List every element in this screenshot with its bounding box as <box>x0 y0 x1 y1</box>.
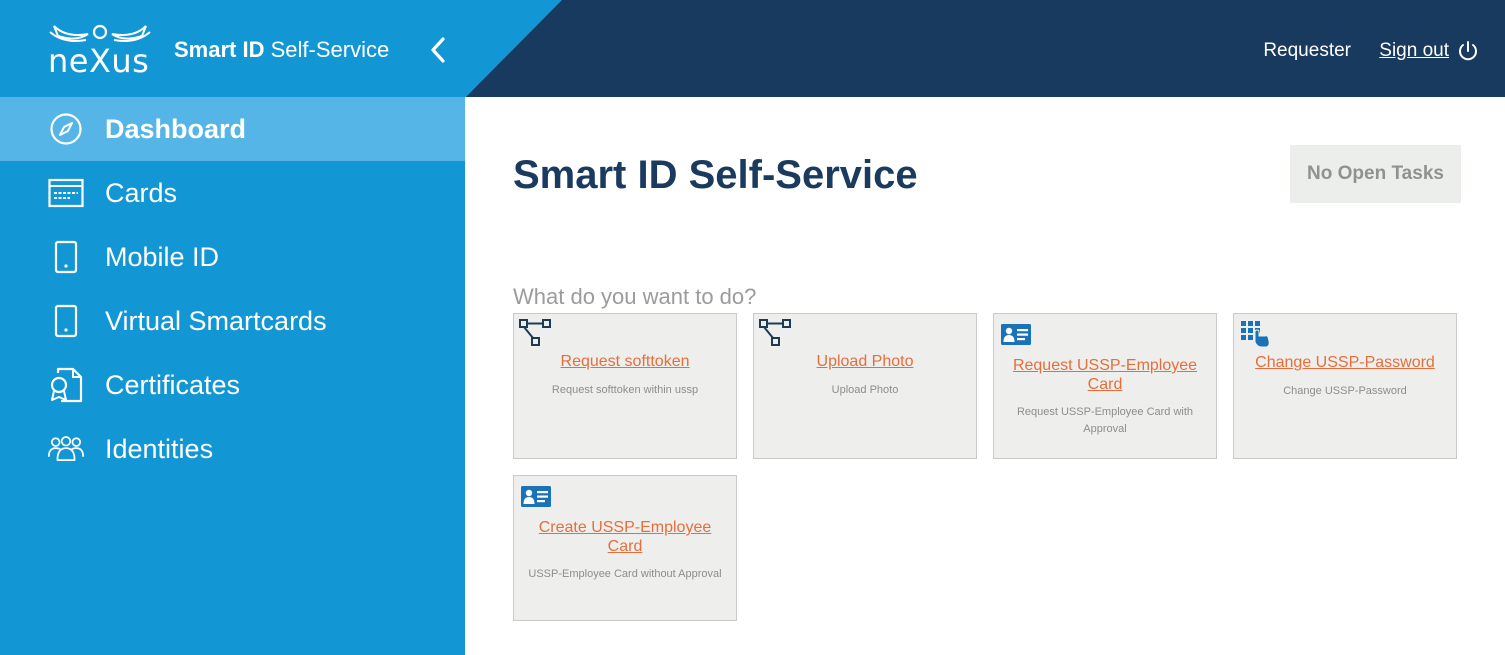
tile-description: USSP-Employee Card without Approval <box>528 568 722 580</box>
tile-title-link[interactable]: Upload Photo <box>764 352 966 371</box>
keypad-icon <box>1241 321 1270 348</box>
app-title-bold: Smart ID <box>174 37 265 62</box>
workflow-icon <box>519 319 551 346</box>
tile-title-link[interactable]: Request USSP-Employee Card <box>1004 356 1206 394</box>
sidebar-item-virtual-smartcards[interactable]: Virtual Smartcards <box>0 289 465 353</box>
id-card-icon <box>1001 324 1031 345</box>
logo-wordmark: neXus <box>48 42 150 80</box>
sidebar-item-label: Cards <box>105 177 178 208</box>
sidebar-item-cards[interactable]: Cards <box>0 161 465 225</box>
tile-description: Change USSP-Password <box>1283 385 1407 397</box>
sidebar-item-certificates[interactable]: Certificates <box>0 353 465 417</box>
sidebar-item-label: Virtual Smartcards <box>105 305 327 336</box>
sidebar-item-label: Certificates <box>105 369 241 400</box>
tile-request-softtoken[interactable]: Request softtoken Request softtoken with… <box>513 313 737 459</box>
tile-create-employee-card[interactable]: Create USSP-Employee Card USSP-Employee … <box>513 475 737 621</box>
tile-upload-photo[interactable]: Upload Photo Upload Photo <box>753 313 977 459</box>
sidebar-item-label: Identities <box>105 433 214 464</box>
sidebar-item-dashboard[interactable]: Dashboard <box>0 97 465 161</box>
people-icon <box>48 431 84 467</box>
open-tasks-button[interactable]: No Open Tasks <box>1290 145 1461 203</box>
power-icon[interactable] <box>1457 40 1479 62</box>
compass-icon <box>48 111 84 147</box>
tile-title-link[interactable]: Change USSP-Password <box>1244 353 1446 372</box>
id-card-icon <box>521 486 551 507</box>
mobile-icon <box>48 303 84 339</box>
app-title: Smart ID Self-Service <box>174 37 389 63</box>
mobile-icon <box>48 239 84 275</box>
tile-title-link[interactable]: Create USSP-Employee Card <box>524 518 726 556</box>
tile-change-password[interactable]: Change USSP-Password Change USSP-Passwor… <box>1233 313 1457 459</box>
card-icon <box>48 175 84 211</box>
sidebar-item-mobile-id[interactable]: Mobile ID <box>0 225 465 289</box>
chevron-left-icon[interactable] <box>427 36 449 64</box>
section-heading: What do you want to do? <box>513 284 757 309</box>
app-title-rest: Self-Service <box>264 37 390 62</box>
workflow-icon <box>759 319 791 346</box>
header: neXus Smart ID Self-Service Requester Si… <box>0 0 1505 97</box>
page-title: Smart ID Self-Service <box>513 153 918 197</box>
sidebar: Dashboard Cards Mobile ID Virtual Smartc… <box>0 97 465 655</box>
app: neXus Smart ID Self-Service Requester Si… <box>0 0 1505 655</box>
sidebar-item-identities[interactable]: Identities <box>0 417 465 481</box>
tile-description: Request USSP-Employee Card with Approval <box>1016 406 1194 435</box>
sidebar-item-label: Dashboard <box>105 113 247 144</box>
tile-title-link[interactable]: Request softtoken <box>524 352 726 371</box>
tile-request-employee-card[interactable]: Request USSP-Employee Card Request USSP-… <box>993 313 1217 459</box>
tile-description: Request softtoken within ussp <box>551 384 699 396</box>
tile-description: Upload Photo <box>831 384 899 396</box>
certificate-icon <box>48 367 84 403</box>
user-role-label: Requester <box>1263 40 1351 61</box>
sign-out-link[interactable]: Sign out <box>1379 40 1449 62</box>
sidebar-item-label: Mobile ID <box>105 241 220 272</box>
